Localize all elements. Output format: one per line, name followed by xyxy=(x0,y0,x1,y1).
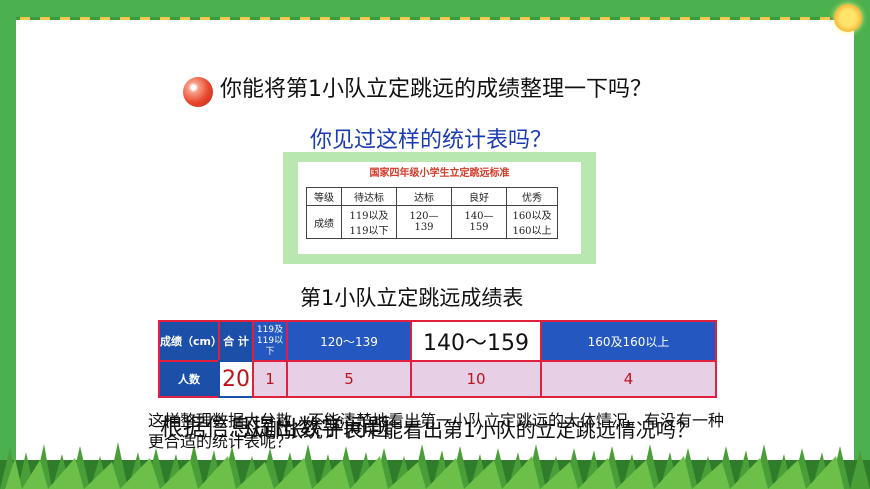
std-value: 160以及160以上 xyxy=(506,205,558,239)
count-cell-1: 1 xyxy=(252,360,288,398)
question-text-2: 从哪张统计表中能看出第1小队的立定跳远情况吗？ xyxy=(243,418,696,442)
std-value: 119以及119以下 xyxy=(341,205,397,239)
range-cell-3: 140～159 xyxy=(410,320,542,362)
std-header: 良好 xyxy=(451,187,507,206)
subtitle-text: 你见过这样的统计表吗？ xyxy=(310,128,553,153)
std-header: 等级 xyxy=(306,187,342,206)
sun-icon xyxy=(834,4,862,32)
range-cell-4: 160及160以上 xyxy=(540,320,717,362)
score-header-cell: 成绩（cm） xyxy=(158,320,222,362)
table-title: 第1小队立定跳远成绩表 xyxy=(300,286,524,310)
range-cell-1: 119及119以下 xyxy=(252,320,288,362)
count-cell-4: 4 xyxy=(540,360,717,398)
left-frame xyxy=(0,0,16,489)
count-cell-3: 10 xyxy=(410,360,542,398)
std-value: 120—139 xyxy=(396,205,452,239)
standards-title: 国家四年级小学生立定跳远标准 xyxy=(369,168,510,179)
question-text: 你能将第1小队立定跳远的成绩整理一下吗？ xyxy=(220,77,652,102)
range-cell-2: 120～139 xyxy=(286,320,412,362)
total-header-cell: 合 计 xyxy=(218,320,254,362)
right-frame xyxy=(854,0,870,489)
std-value: 140—159 xyxy=(451,205,507,239)
std-header: 优秀 xyxy=(506,187,558,206)
total-value-cell: 20 xyxy=(218,360,254,398)
bullet-icon xyxy=(183,77,213,107)
count-header-cell: 人数 xyxy=(158,360,220,398)
score-table: 成绩（cm） 合 计 119及119以下 120～139 140～159 160… xyxy=(158,320,717,398)
standards-panel: 国家四年级小学生立定跳远标准 等级 待达标 达标 良好 优秀 成绩 119以及1… xyxy=(298,162,581,254)
top-frame xyxy=(0,0,870,20)
std-row-label: 成绩 xyxy=(306,205,342,239)
std-header: 待达标 xyxy=(341,187,397,206)
count-cell-2: 5 xyxy=(286,360,412,398)
standards-image: 国家四年级小学生立定跳远标准 等级 待达标 达标 良好 优秀 成绩 119以及1… xyxy=(283,152,596,264)
standards-table: 等级 待达标 达标 良好 优秀 成绩 119以及119以下 120—139 14… xyxy=(306,187,558,239)
std-header: 达标 xyxy=(396,187,452,206)
